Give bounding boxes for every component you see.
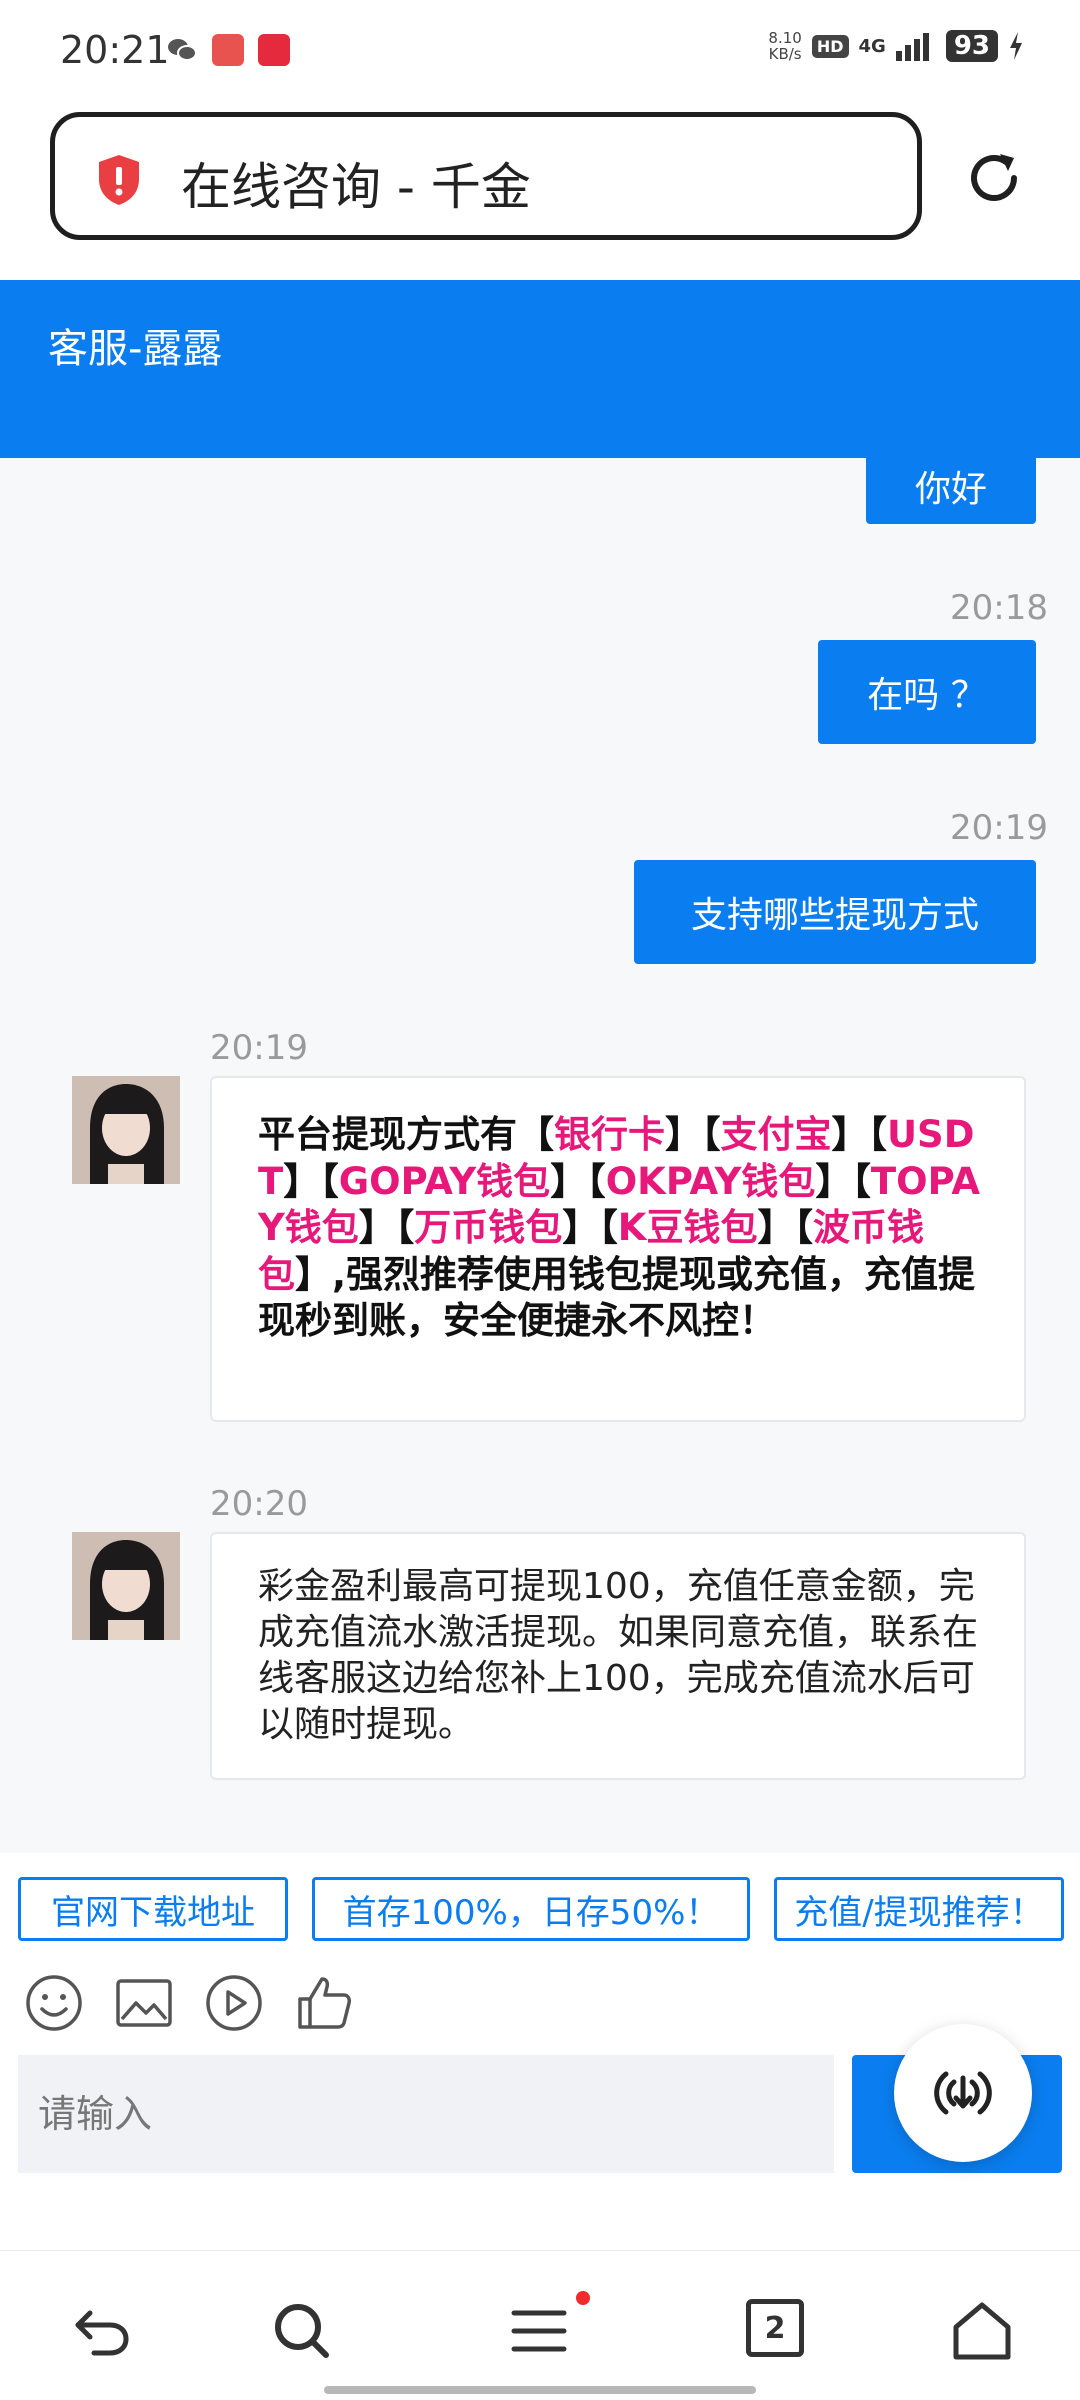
- charging-icon: [1010, 32, 1022, 60]
- message-text: 平台提现方式有【: [258, 1113, 554, 1156]
- message-text: 】【: [815, 1159, 871, 1203]
- message-text: 】【: [358, 1206, 415, 1249]
- video-icon[interactable]: [204, 1973, 264, 2033]
- message-timestamp: 20:20: [210, 1484, 308, 1524]
- network-type: 4G: [858, 35, 886, 57]
- withdraw-method: 银行卡: [554, 1113, 665, 1156]
- wechat-icon: [168, 39, 197, 61]
- tab-count: 2: [764, 2310, 786, 2346]
- home-icon[interactable]: [950, 2299, 1014, 2363]
- message-timestamp: 20:19: [210, 1028, 308, 1068]
- outgoing-message: 在吗 ？: [818, 640, 1036, 744]
- xiaohongshu-icon: [258, 34, 290, 66]
- withdraw-method: 万币钱包: [414, 1206, 563, 1249]
- withdraw-method: OKPAY钱包: [605, 1159, 816, 1203]
- message-text: 】【: [283, 1159, 339, 1203]
- message-text: 】【: [550, 1159, 606, 1203]
- message-input[interactable]: [18, 2055, 834, 2173]
- floating-audio-button[interactable]: [894, 2024, 1032, 2162]
- menu-icon[interactable]: [508, 2299, 572, 2363]
- withdraw-method: GOPAY钱包: [338, 1159, 551, 1203]
- message-timestamp: 20:19: [950, 808, 1048, 848]
- net-speed: 8.10 KB/s: [768, 30, 801, 62]
- tools-row: [0, 1953, 1080, 2053]
- broadcast-icon: [934, 2071, 992, 2115]
- signal-icon: [895, 33, 929, 61]
- status-bar: 20:21 8.10 KB/s HD 4G 93: [0, 0, 1080, 100]
- status-time: 20:21: [60, 28, 170, 72]
- net-speed-unit: KB/s: [768, 45, 802, 63]
- address-bar[interactable]: 在线咨询 - 千金: [50, 112, 922, 240]
- avatar-image: [72, 1532, 180, 1640]
- message-text: 】【: [562, 1206, 618, 1249]
- status-right: 8.10 KB/s HD 4G 93: [768, 30, 1024, 62]
- outgoing-message: 你好: [866, 458, 1036, 524]
- message-text: 】【: [665, 1113, 721, 1156]
- net-speed-value: 8.10: [768, 29, 802, 47]
- page-title: 在线咨询 - 千金: [181, 158, 531, 216]
- battery-level: 93: [945, 30, 998, 62]
- incoming-message: 彩金盈利最高可提现100，充值任意金额，完成充值流水激活提现。如果同意充值，联系…: [210, 1532, 1026, 1780]
- withdraw-method: K豆钱包: [617, 1206, 758, 1249]
- quick-reply-bar: 官网下载地址 首存100%，日存50%！ 充值/提现推荐！: [0, 1853, 1080, 1953]
- chat-header: 客服-露露: [0, 280, 1080, 458]
- message-timestamp: 20:18: [950, 588, 1048, 628]
- outgoing-message: 支持哪些提现方式: [634, 860, 1036, 964]
- message-text: 】,强烈推荐使用钱包提现或充值，充值提现秒到账，安全便捷永不风控！: [258, 1252, 976, 1343]
- hd-badge: HD: [811, 34, 849, 58]
- quick-reply-deposit-bonus[interactable]: 首存100%，日存50%！: [312, 1877, 750, 1941]
- chat-messages[interactable]: 你好 20:18 在吗 ？ 20:19 支持哪些提现方式 20:19 平台提现方…: [0, 458, 1080, 1853]
- browser-bottom-nav: 2: [0, 2250, 1080, 2400]
- quick-reply-download[interactable]: 官网下载地址: [18, 1877, 288, 1941]
- search-icon[interactable]: [270, 2299, 334, 2363]
- thumbs-up-icon[interactable]: [294, 1973, 354, 2033]
- message-text: 】【: [757, 1206, 813, 1249]
- agent-name: 客服-露露: [48, 326, 223, 372]
- shield-icon: [99, 155, 139, 205]
- quick-reply-recommend[interactable]: 充值/提现推荐！: [774, 1877, 1064, 1941]
- agent-avatar[interactable]: [72, 1076, 180, 1184]
- menu-notification-dot: [576, 2291, 590, 2305]
- back-icon[interactable]: [70, 2299, 134, 2363]
- withdraw-method: 支付宝: [720, 1113, 832, 1156]
- incoming-message: 平台提现方式有【银行卡】【支付宝】【USDT】【GOPAY钱包】【OKPAY钱包…: [210, 1076, 1026, 1422]
- agent-avatar[interactable]: [72, 1532, 180, 1640]
- avatar-image: [72, 1076, 180, 1184]
- emoji-icon[interactable]: [24, 1973, 84, 2033]
- message-text: 】【: [831, 1113, 888, 1156]
- tabs-button[interactable]: 2: [746, 2299, 804, 2357]
- app-notification-icon: [212, 34, 244, 66]
- reload-icon[interactable]: [962, 146, 1026, 210]
- image-icon[interactable]: [114, 1973, 174, 2033]
- home-indicator[interactable]: [324, 2386, 756, 2394]
